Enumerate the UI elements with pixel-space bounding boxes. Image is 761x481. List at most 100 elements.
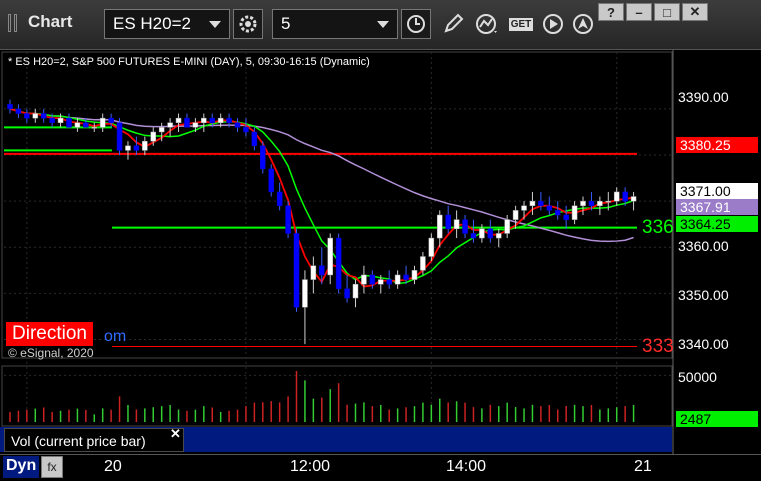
copyright-text: © eSignal, 2020 xyxy=(8,346,94,360)
candle-body xyxy=(7,104,13,110)
candle-body xyxy=(546,205,553,211)
candle-body xyxy=(352,283,359,299)
close-icon[interactable]: ✕ xyxy=(170,426,181,442)
candle-body xyxy=(319,265,325,276)
candle-body xyxy=(209,117,216,123)
interval-combo[interactable]: 5 xyxy=(272,9,398,39)
candle-body xyxy=(243,127,249,133)
candle-body xyxy=(445,214,451,230)
candle-body xyxy=(234,122,241,128)
fx-icon[interactable]: fx xyxy=(41,456,63,478)
candle-body xyxy=(344,288,350,299)
candle-body xyxy=(125,145,131,151)
close-button[interactable]: ✕ xyxy=(682,3,708,21)
candle-body xyxy=(158,127,165,133)
candle-body xyxy=(462,219,468,234)
candle-body xyxy=(310,265,317,280)
price-tag-green-level: 3364.25 xyxy=(676,216,758,232)
price-axis-label: 3390.00 xyxy=(678,89,729,105)
play-icon[interactable] xyxy=(538,9,568,39)
candle-body xyxy=(327,237,333,276)
price-chart[interactable] xyxy=(0,50,761,454)
candle-body xyxy=(49,117,55,123)
interval-value: 5 xyxy=(281,14,291,33)
candle-body xyxy=(201,117,207,123)
candle-body xyxy=(260,145,266,170)
candle-body xyxy=(226,117,232,123)
candle-body xyxy=(420,256,426,271)
candle-body xyxy=(453,219,460,230)
clock-icon[interactable] xyxy=(401,9,431,39)
drag-grip-icon[interactable] xyxy=(8,14,22,32)
candle-body xyxy=(386,279,392,285)
candle-body xyxy=(217,117,224,123)
green-level-label: 336 xyxy=(642,217,674,238)
candle-body xyxy=(403,274,409,280)
volume-axis-label: 50000 xyxy=(678,369,717,385)
candle-body xyxy=(504,219,510,234)
time-tick-label: 20 xyxy=(104,458,122,475)
minimize-button[interactable]: – xyxy=(626,3,652,21)
chevron-down-icon xyxy=(377,21,389,28)
candle-body xyxy=(99,117,106,128)
chart-toolbar: Chart ES H20=2 5 GET ? – □ ✕ xyxy=(0,0,761,50)
candle-body xyxy=(470,233,477,239)
candle-body xyxy=(192,122,199,128)
chevron-down-icon xyxy=(209,21,221,28)
candle-body xyxy=(622,191,628,202)
candle-body xyxy=(479,228,485,239)
candle-body xyxy=(605,200,612,203)
candle-body xyxy=(74,122,81,128)
get-icon[interactable]: GET xyxy=(506,9,536,39)
candle-body xyxy=(251,131,258,147)
candle-body xyxy=(24,113,30,119)
candle-body xyxy=(142,140,148,151)
maximize-button[interactable]: □ xyxy=(654,3,680,21)
candle-body xyxy=(116,122,123,151)
chart-legend: * ES H20=2, S&P 500 FUTURES E-MINI (DAY)… xyxy=(8,56,370,68)
candle-body xyxy=(83,122,89,128)
candle-body xyxy=(487,228,494,239)
price-tag-last: 3371.00 xyxy=(676,183,758,199)
price-axis-label: 3350.00 xyxy=(678,287,729,303)
candle-body xyxy=(377,279,384,285)
direction-badge[interactable]: Direction xyxy=(6,322,93,346)
candle-body xyxy=(167,122,173,128)
candle-body xyxy=(293,233,300,308)
candle-body xyxy=(40,113,47,119)
candle-body xyxy=(57,117,64,123)
volume-study-label[interactable]: Vol (current price bar) xyxy=(4,428,184,452)
location-icon[interactable] xyxy=(568,9,598,39)
candle-body xyxy=(361,274,367,285)
candle-body xyxy=(276,191,283,207)
candle-body xyxy=(529,200,536,207)
time-tick-label: 12:00 xyxy=(290,458,331,475)
window-title: Chart xyxy=(28,12,73,31)
candle-body xyxy=(184,117,190,128)
candle-body xyxy=(175,117,182,123)
candle-body xyxy=(32,113,39,119)
candle-body xyxy=(369,274,376,285)
candle-body xyxy=(108,117,114,123)
candle-body xyxy=(571,205,578,220)
indicator-icon[interactable] xyxy=(472,9,502,39)
candle-body xyxy=(597,200,603,207)
symbol-combo[interactable]: ES H20=2 xyxy=(104,9,230,39)
pencil-icon[interactable] xyxy=(438,9,468,39)
direction-link-tail: om xyxy=(104,328,127,345)
settings-gear-icon[interactable] xyxy=(233,9,263,39)
candle-body xyxy=(630,196,637,202)
price-tag-red-level: 3380.25 xyxy=(676,137,758,153)
help-button[interactable]: ? xyxy=(598,3,624,21)
candle-body xyxy=(554,210,561,216)
candle-body xyxy=(411,270,418,280)
candle-body xyxy=(521,205,527,211)
price-tag-ma: 3367.91 xyxy=(676,199,758,215)
price-axis-label: 3360.00 xyxy=(678,238,729,254)
candle-body xyxy=(428,237,435,257)
candle-body xyxy=(580,200,586,207)
red-level-label: 333 xyxy=(642,336,674,357)
time-tick-label: 14:00 xyxy=(446,458,487,475)
dyn-button[interactable]: Dyn xyxy=(3,456,39,478)
candle-body xyxy=(563,214,569,220)
